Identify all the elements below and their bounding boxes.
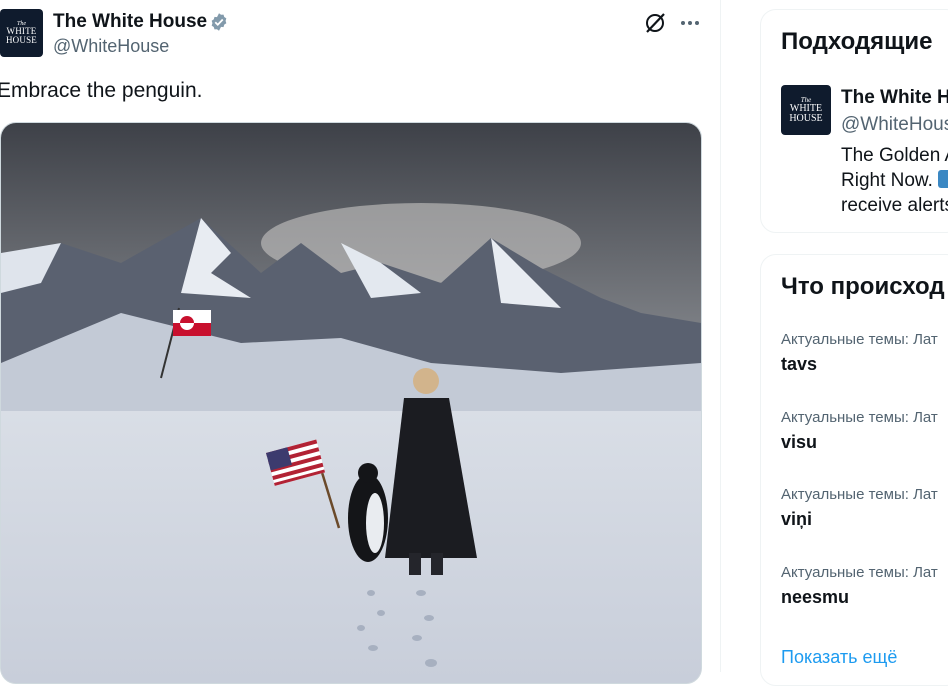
- relevant-bio-line-2: Right Now.: [841, 168, 948, 193]
- tweet-text: Embrace the penguin.: [0, 79, 203, 102]
- trend-context: Актуальные темы: Лат: [781, 564, 938, 581]
- show-more-link[interactable]: Показать ещё: [781, 647, 897, 668]
- relevant-avatar-logo-line2: HOUSE: [789, 112, 823, 124]
- tweet-image[interactable]: [0, 122, 702, 684]
- author-name[interactable]: The White House: [53, 11, 207, 33]
- trend-name[interactable]: neesmu: [781, 587, 849, 608]
- column-divider: [720, 0, 721, 672]
- trend-context: Актуальные темы: Лат: [781, 409, 938, 426]
- relevant-avatar[interactable]: The WHITE HOUSE: [781, 85, 831, 135]
- relevant-handle[interactable]: @WhiteHous: [841, 114, 948, 136]
- relevant-bio-line-3: receive alerts: [841, 195, 948, 216]
- trend-name[interactable]: viņi: [781, 509, 812, 530]
- author-avatar[interactable]: The WHITE HOUSE: [0, 9, 43, 57]
- verified-badge-icon: [211, 13, 227, 31]
- relevant-people-card: Подходящие The WHITE HOUSE The White H @…: [760, 9, 948, 233]
- relevant-bio-text: Right Now.: [841, 170, 933, 191]
- more-icon[interactable]: [678, 11, 702, 35]
- relevant-people-title: Подходящие: [781, 28, 933, 55]
- trends-title: Что происход: [781, 273, 945, 300]
- flag-emoji-icon: [938, 170, 948, 188]
- trends-card: Что происход Актуальные темы: Лат tavs А…: [760, 254, 948, 686]
- relevant-avatar-logo-line1: WHITE: [789, 102, 823, 114]
- grok-icon[interactable]: [643, 11, 667, 35]
- relevant-bio-line: The Golden A: [841, 145, 948, 166]
- author-handle[interactable]: @WhiteHouse: [53, 36, 169, 57]
- trend-name[interactable]: visu: [781, 432, 817, 453]
- avatar-logo-line2: HOUSE: [5, 35, 37, 45]
- trend-context: Актуальные темы: Лат: [781, 331, 938, 348]
- relevant-name[interactable]: The White H: [841, 87, 948, 109]
- relevant-bio: The Golden A Right Now. receive alerts: [841, 143, 948, 218]
- penguin-scene-image: [1, 123, 701, 683]
- trend-name[interactable]: tavs: [781, 354, 817, 375]
- trend-context: Актуальные темы: Лат: [781, 486, 938, 503]
